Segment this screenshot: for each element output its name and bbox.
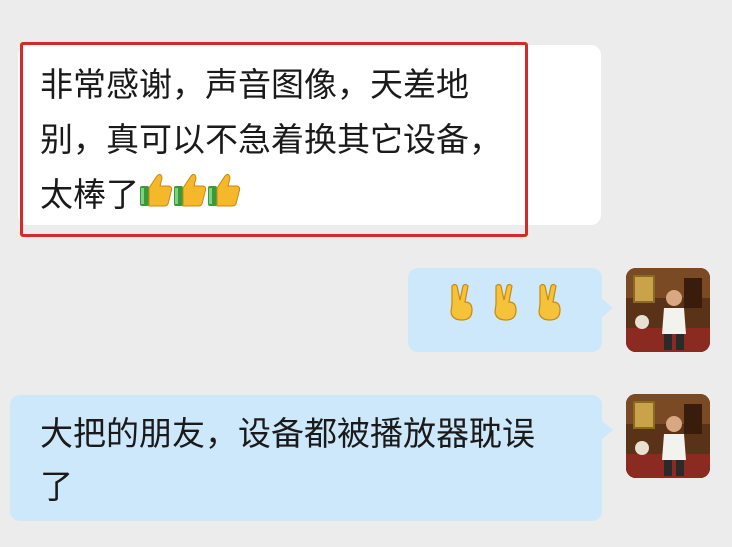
incoming-message-bubble[interactable]: 非常感谢，声音图像，天差地 别，真可以不急着换其它设备， 太棒了: [18, 45, 601, 225]
avatar[interactable]: [626, 394, 710, 478]
thumbs-up-icon: [207, 169, 241, 224]
message-line: 了: [40, 467, 73, 506]
victory-hand-icon: [490, 282, 520, 338]
bubble-tail: [601, 298, 613, 318]
victory-hand-icon: [534, 282, 564, 338]
outgoing-message-bubble[interactable]: 大把的朋友，设备都被播放器耽误 了: [10, 395, 602, 521]
victory-hand-icon: [446, 282, 476, 338]
bubble-tail: [601, 420, 613, 440]
message-line: 别，真可以不急着换其它设备，: [40, 120, 502, 159]
avatar[interactable]: [626, 268, 710, 352]
thumbs-up-icon: [173, 169, 207, 224]
message-line: 太棒了: [40, 167, 581, 224]
message-line: 非常感谢，声音图像，天差地: [40, 65, 469, 104]
thumbs-up-icon: [139, 169, 173, 224]
outgoing-message-bubble[interactable]: [408, 268, 602, 352]
message-line-text: 太棒了: [40, 175, 139, 214]
message-line: 大把的朋友，设备都被播放器耽误: [40, 414, 535, 453]
